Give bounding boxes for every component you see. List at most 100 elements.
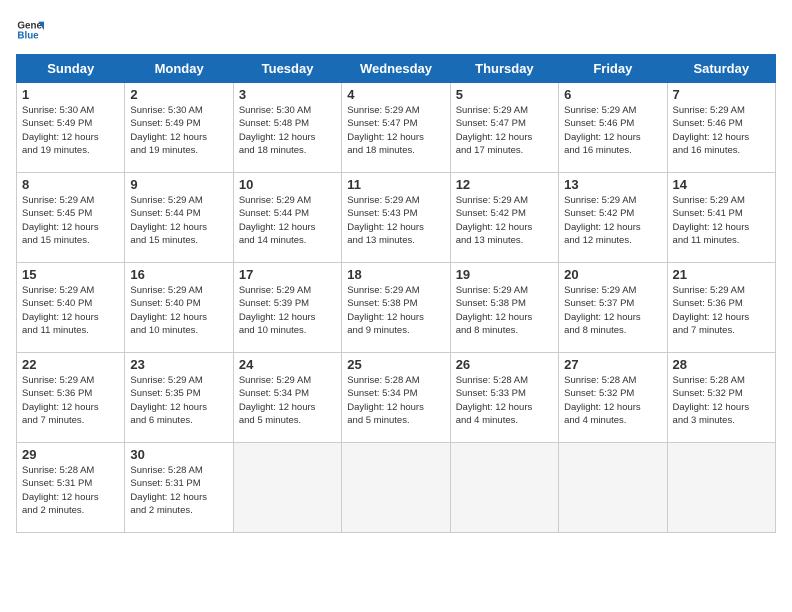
- calendar-day-22: 22 Sunrise: 5:29 AM Sunset: 5:36 PM Dayli…: [17, 353, 125, 443]
- calendar-day-8: 8 Sunrise: 5:29 AM Sunset: 5:45 PM Daylig…: [17, 173, 125, 263]
- weekday-header-monday: Monday: [125, 55, 233, 83]
- day-detail: Sunrise: 5:29 AM Sunset: 5:37 PM Dayligh…: [564, 284, 661, 337]
- day-detail: Sunrise: 5:30 AM Sunset: 5:49 PM Dayligh…: [130, 104, 227, 157]
- calendar-day-7: 7 Sunrise: 5:29 AM Sunset: 5:46 PM Daylig…: [667, 83, 775, 173]
- calendar-day-6: 6 Sunrise: 5:29 AM Sunset: 5:46 PM Daylig…: [559, 83, 667, 173]
- day-number: 4: [347, 87, 444, 102]
- weekday-header-sunday: Sunday: [17, 55, 125, 83]
- calendar-day-5: 5Sunrise: 5:29 AM Sunset: 5:47 PM Daylig…: [450, 83, 558, 173]
- calendar-empty: [342, 443, 450, 533]
- day-number: 19: [456, 267, 553, 282]
- calendar-day-15: 15 Sunrise: 5:29 AM Sunset: 5:40 PM Dayli…: [17, 263, 125, 353]
- day-detail: Sunrise: 5:28 AM Sunset: 5:32 PM Dayligh…: [673, 374, 770, 427]
- calendar-day-9: 9Sunrise: 5:29 AM Sunset: 5:44 PM Daylig…: [125, 173, 233, 263]
- day-detail: Sunrise: 5:28 AM Sunset: 5:33 PM Dayligh…: [456, 374, 553, 427]
- day-number: 28: [673, 357, 770, 372]
- calendar-day-21: 21 Sunrise: 5:29 AM Sunset: 5:36 PM Dayli…: [667, 263, 775, 353]
- day-detail: Sunrise: 5:29 AM Sunset: 5:42 PM Dayligh…: [564, 194, 661, 247]
- day-number: 3: [239, 87, 336, 102]
- weekday-header-tuesday: Tuesday: [233, 55, 341, 83]
- calendar-empty: [450, 443, 558, 533]
- day-number: 13: [564, 177, 661, 192]
- day-detail: Sunrise: 5:29 AM Sunset: 5:45 PM Dayligh…: [22, 194, 119, 247]
- calendar-empty: [667, 443, 775, 533]
- day-number: 12: [456, 177, 553, 192]
- day-detail: Sunrise: 5:29 AM Sunset: 5:46 PM Dayligh…: [673, 104, 770, 157]
- day-detail: Sunrise: 5:30 AM Sunset: 5:49 PM Dayligh…: [22, 104, 119, 157]
- day-number: 6: [564, 87, 661, 102]
- day-detail: Sunrise: 5:29 AM Sunset: 5:36 PM Dayligh…: [673, 284, 770, 337]
- day-number: 26: [456, 357, 553, 372]
- day-number: 1: [22, 87, 119, 102]
- calendar-day-12: 12 Sunrise: 5:29 AM Sunset: 5:42 PM Dayli…: [450, 173, 558, 263]
- calendar-day-10: 10 Sunrise: 5:29 AM Sunset: 5:44 PM Dayli…: [233, 173, 341, 263]
- calendar-empty: [559, 443, 667, 533]
- calendar-day-26: 26 Sunrise: 5:28 AM Sunset: 5:33 PM Dayli…: [450, 353, 558, 443]
- calendar-day-17: 17 Sunrise: 5:29 AM Sunset: 5:39 PM Dayli…: [233, 263, 341, 353]
- calendar-empty: [233, 443, 341, 533]
- calendar-day-20: 20 Sunrise: 5:29 AM Sunset: 5:37 PM Dayli…: [559, 263, 667, 353]
- day-number: 18: [347, 267, 444, 282]
- calendar-week-3: 15 Sunrise: 5:29 AM Sunset: 5:40 PM Dayli…: [17, 263, 776, 353]
- day-detail: Sunrise: 5:28 AM Sunset: 5:32 PM Dayligh…: [564, 374, 661, 427]
- calendar-day-25: 25 Sunrise: 5:28 AM Sunset: 5:34 PM Dayli…: [342, 353, 450, 443]
- day-detail: Sunrise: 5:29 AM Sunset: 5:34 PM Dayligh…: [239, 374, 336, 427]
- logo: General Blue: [16, 16, 44, 44]
- day-detail: Sunrise: 5:29 AM Sunset: 5:38 PM Dayligh…: [347, 284, 444, 337]
- calendar-day-28: 28 Sunrise: 5:28 AM Sunset: 5:32 PM Dayli…: [667, 353, 775, 443]
- calendar-week-2: 8 Sunrise: 5:29 AM Sunset: 5:45 PM Daylig…: [17, 173, 776, 263]
- calendar-week-5: 29Sunrise: 5:28 AM Sunset: 5:31 PM Dayli…: [17, 443, 776, 533]
- calendar-table: SundayMondayTuesdayWednesdayThursdayFrid…: [16, 54, 776, 533]
- day-number: 7: [673, 87, 770, 102]
- day-detail: Sunrise: 5:29 AM Sunset: 5:46 PM Dayligh…: [564, 104, 661, 157]
- day-detail: Sunrise: 5:29 AM Sunset: 5:44 PM Dayligh…: [130, 194, 227, 247]
- day-number: 2: [130, 87, 227, 102]
- day-detail: Sunrise: 5:29 AM Sunset: 5:47 PM Dayligh…: [347, 104, 444, 157]
- calendar-day-4: 4 Sunrise: 5:29 AM Sunset: 5:47 PM Daylig…: [342, 83, 450, 173]
- day-number: 25: [347, 357, 444, 372]
- day-number: 10: [239, 177, 336, 192]
- weekday-header-wednesday: Wednesday: [342, 55, 450, 83]
- day-number: 17: [239, 267, 336, 282]
- day-detail: Sunrise: 5:29 AM Sunset: 5:41 PM Dayligh…: [673, 194, 770, 247]
- day-number: 5: [456, 87, 553, 102]
- header: General Blue: [16, 16, 776, 44]
- calendar-day-3: 3 Sunrise: 5:30 AM Sunset: 5:48 PM Daylig…: [233, 83, 341, 173]
- day-number: 16: [130, 267, 227, 282]
- calendar-week-4: 22 Sunrise: 5:29 AM Sunset: 5:36 PM Dayli…: [17, 353, 776, 443]
- calendar-day-18: 18 Sunrise: 5:29 AM Sunset: 5:38 PM Dayli…: [342, 263, 450, 353]
- day-number: 30: [130, 447, 227, 462]
- day-number: 24: [239, 357, 336, 372]
- calendar-day-1: 1 Sunrise: 5:30 AM Sunset: 5:49 PM Daylig…: [17, 83, 125, 173]
- day-number: 20: [564, 267, 661, 282]
- calendar-day-2: 2 Sunrise: 5:30 AM Sunset: 5:49 PM Daylig…: [125, 83, 233, 173]
- weekday-header-thursday: Thursday: [450, 55, 558, 83]
- day-detail: Sunrise: 5:29 AM Sunset: 5:44 PM Dayligh…: [239, 194, 336, 247]
- calendar-day-23: 23Sunrise: 5:29 AM Sunset: 5:35 PM Dayli…: [125, 353, 233, 443]
- calendar-day-24: 24 Sunrise: 5:29 AM Sunset: 5:34 PM Dayli…: [233, 353, 341, 443]
- day-detail: Sunrise: 5:29 AM Sunset: 5:36 PM Dayligh…: [22, 374, 119, 427]
- calendar-week-1: 1 Sunrise: 5:30 AM Sunset: 5:49 PM Daylig…: [17, 83, 776, 173]
- calendar-day-11: 11 Sunrise: 5:29 AM Sunset: 5:43 PM Dayli…: [342, 173, 450, 263]
- calendar-day-27: 27Sunrise: 5:28 AM Sunset: 5:32 PM Dayli…: [559, 353, 667, 443]
- day-detail: Sunrise: 5:28 AM Sunset: 5:31 PM Dayligh…: [130, 464, 227, 517]
- day-number: 15: [22, 267, 119, 282]
- calendar-day-19: 19Sunrise: 5:29 AM Sunset: 5:38 PM Dayli…: [450, 263, 558, 353]
- day-number: 21: [673, 267, 770, 282]
- day-detail: Sunrise: 5:29 AM Sunset: 5:42 PM Dayligh…: [456, 194, 553, 247]
- day-number: 11: [347, 177, 444, 192]
- day-detail: Sunrise: 5:30 AM Sunset: 5:48 PM Dayligh…: [239, 104, 336, 157]
- day-detail: Sunrise: 5:28 AM Sunset: 5:31 PM Dayligh…: [22, 464, 119, 517]
- day-detail: Sunrise: 5:28 AM Sunset: 5:34 PM Dayligh…: [347, 374, 444, 427]
- logo-icon: General Blue: [16, 16, 44, 44]
- calendar-day-30: 30 Sunrise: 5:28 AM Sunset: 5:31 PM Dayli…: [125, 443, 233, 533]
- day-detail: Sunrise: 5:29 AM Sunset: 5:39 PM Dayligh…: [239, 284, 336, 337]
- day-number: 22: [22, 357, 119, 372]
- day-detail: Sunrise: 5:29 AM Sunset: 5:35 PM Dayligh…: [130, 374, 227, 427]
- day-detail: Sunrise: 5:29 AM Sunset: 5:43 PM Dayligh…: [347, 194, 444, 247]
- day-detail: Sunrise: 5:29 AM Sunset: 5:40 PM Dayligh…: [22, 284, 119, 337]
- day-number: 8: [22, 177, 119, 192]
- calendar-day-16: 16Sunrise: 5:29 AM Sunset: 5:40 PM Dayli…: [125, 263, 233, 353]
- day-number: 14: [673, 177, 770, 192]
- svg-text:Blue: Blue: [17, 30, 39, 41]
